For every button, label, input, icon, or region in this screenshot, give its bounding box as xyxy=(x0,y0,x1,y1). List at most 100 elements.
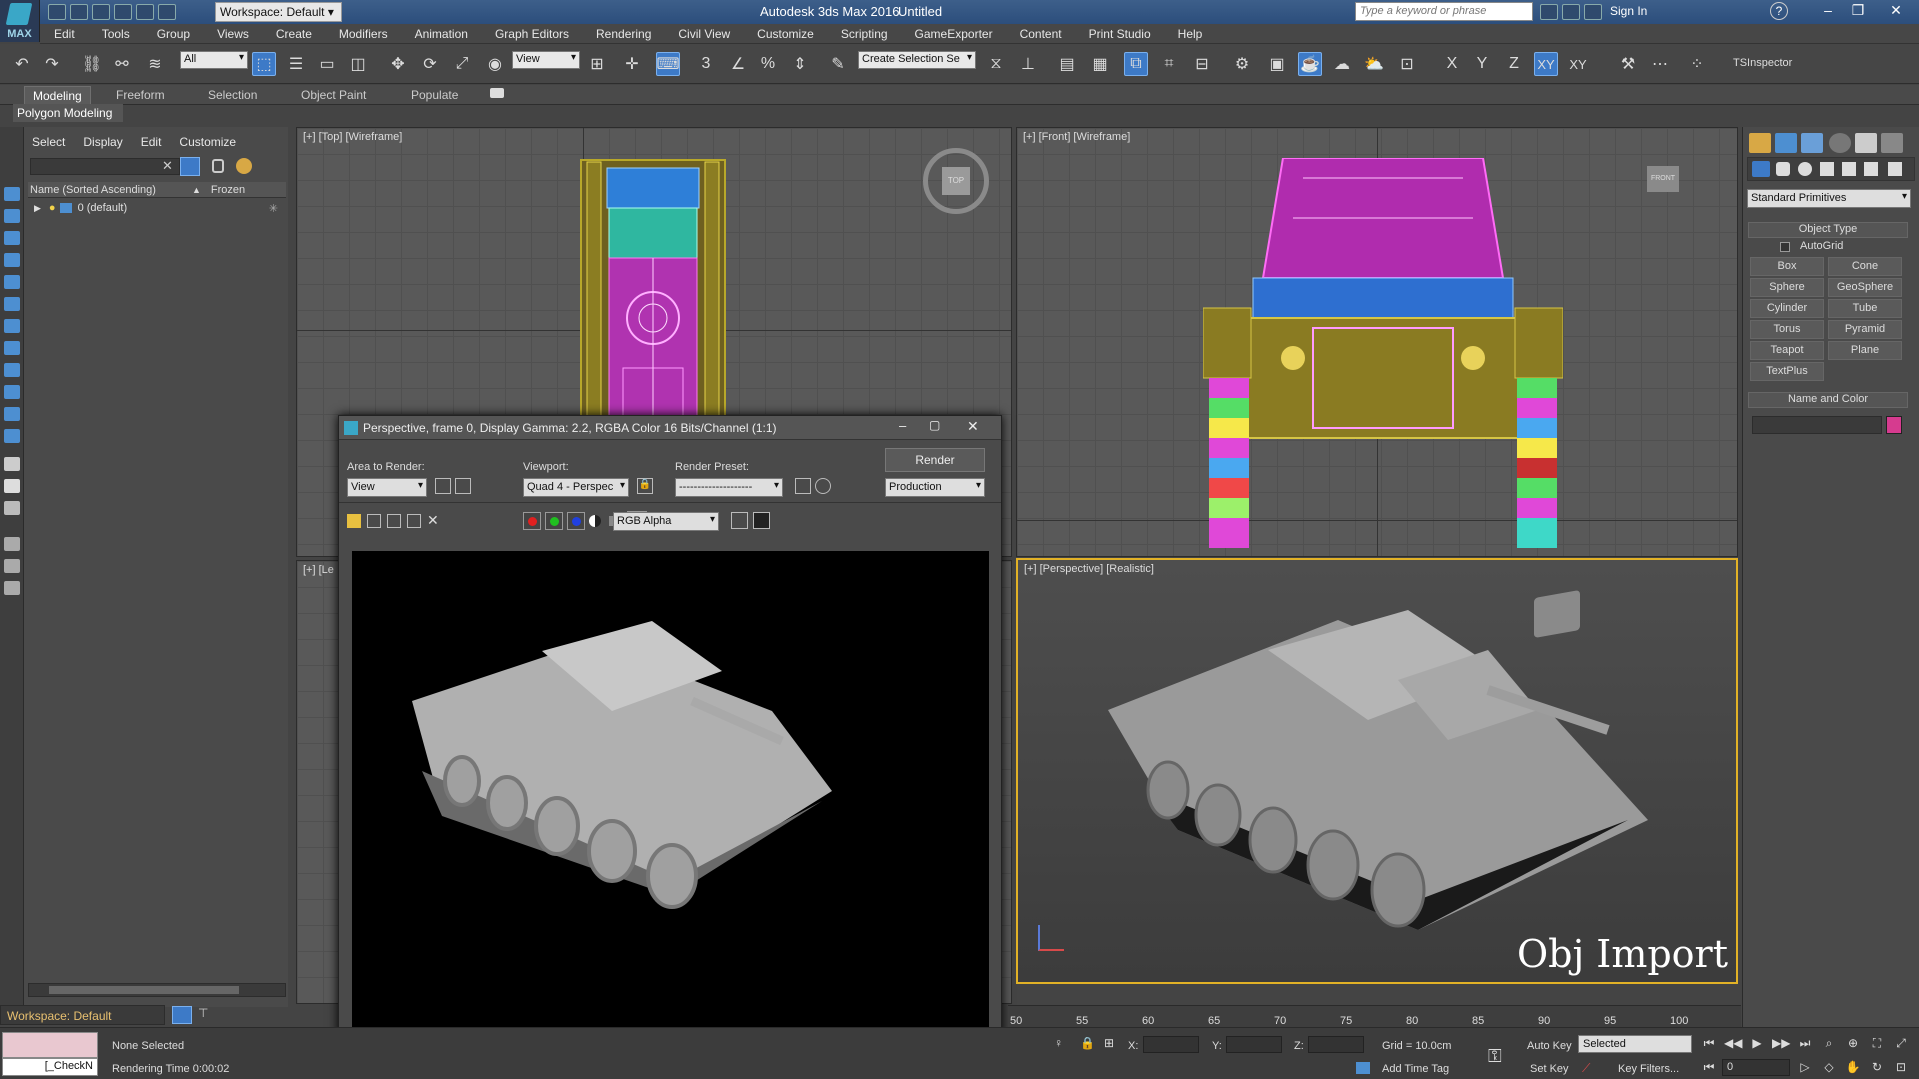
x-coord-input[interactable] xyxy=(1143,1036,1199,1053)
render-production-icon[interactable]: ☕ xyxy=(1298,52,1322,76)
list-item[interactable]: ▶ ● 0 (default) ✳ xyxy=(28,200,286,216)
render-setup-icon[interactable]: ⚙ xyxy=(1230,52,1254,76)
menu-modifiers[interactable]: Modifiers xyxy=(339,27,388,41)
render-window-close[interactable]: ✕ xyxy=(967,418,979,435)
key-filters-button[interactable]: Key Filters... xyxy=(1618,1063,1679,1075)
measure-icon[interactable]: ⋯ xyxy=(1648,52,1672,76)
maximize-button[interactable]: ❐ xyxy=(1843,0,1873,22)
viewcube-compass[interactable]: TOP xyxy=(923,148,989,214)
render-window-minimize[interactable]: – xyxy=(899,418,906,433)
red-channel-toggle[interactable] xyxy=(523,512,541,530)
render-mode-dropdown[interactable]: Production xyxy=(885,478,985,497)
menu-help[interactable]: Help xyxy=(1178,27,1203,41)
scale-icon[interactable]: ⤢ xyxy=(450,52,474,76)
viewport-label-left[interactable]: [+] [Le xyxy=(303,564,334,576)
absolute-mode-icon[interactable]: ⊞ xyxy=(1104,1036,1114,1050)
material-editor-icon[interactable]: ⊟ xyxy=(1190,52,1214,76)
sync-selection-icon[interactable] xyxy=(236,158,252,174)
move-icon[interactable]: ✥ xyxy=(386,52,410,76)
zoom-icon[interactable]: ⌕ xyxy=(1820,1036,1838,1051)
se-menu-customize[interactable]: Customize xyxy=(179,135,236,149)
new-file-icon[interactable] xyxy=(48,4,66,20)
minimize-button[interactable]: – xyxy=(1813,0,1843,22)
filter-settings-icon[interactable] xyxy=(4,559,20,573)
toggle-ribbon-icon[interactable]: ▦ xyxy=(1088,52,1112,76)
workspace-selector[interactable]: Workspace: Default xyxy=(0,1005,165,1025)
binoculars-icon[interactable] xyxy=(1540,4,1558,20)
geometry-filter-icon[interactable] xyxy=(4,231,20,245)
save-image-icon[interactable] xyxy=(347,513,361,528)
menu-graph-editors[interactable]: Graph Editors xyxy=(495,27,569,41)
lock-viewport-icon[interactable]: 🔒 xyxy=(637,478,653,494)
project-folder-icon[interactable] xyxy=(158,4,176,20)
scrollbar-thumb[interactable] xyxy=(49,986,239,994)
selection-filter-dropdown[interactable]: All xyxy=(180,51,248,69)
place-icon[interactable]: ◉ xyxy=(483,52,507,76)
open-file-icon[interactable] xyxy=(70,4,88,20)
time-config-icon[interactable]: ▷ xyxy=(1796,1060,1814,1075)
snap-points-icon[interactable]: ⁘ xyxy=(1685,52,1709,76)
scene-search-input[interactable] xyxy=(30,158,180,175)
helpers-filter-icon[interactable] xyxy=(4,319,20,333)
menu-rendering[interactable]: Rendering xyxy=(596,27,651,41)
cameras-filter-icon[interactable] xyxy=(4,297,20,311)
previous-frame-icon[interactable]: ◀◀ xyxy=(1724,1036,1742,1051)
print-image-icon[interactable] xyxy=(407,513,421,528)
menu-content[interactable]: Content xyxy=(1020,27,1062,41)
helpers-icon[interactable] xyxy=(1842,162,1856,176)
display-tab-icon[interactable] xyxy=(1855,133,1877,153)
link-icon[interactable]: ⛓ xyxy=(80,52,104,76)
cameras-icon[interactable] xyxy=(1820,162,1834,176)
cylinder-button[interactable]: Cylinder xyxy=(1750,299,1824,318)
xrefs-filter-icon[interactable] xyxy=(4,385,20,399)
area-to-render-dropdown[interactable]: View xyxy=(347,478,427,497)
polygon-modeling-panel[interactable]: Polygon Modeling xyxy=(13,104,123,122)
redo-icon[interactable]: ↷ xyxy=(40,52,64,76)
next-frame-icon[interactable]: ▶▶ xyxy=(1772,1036,1790,1051)
plane-button[interactable]: Plane xyxy=(1828,341,1902,360)
lock-icon[interactable] xyxy=(212,159,224,173)
maximize-viewport-icon[interactable]: ⤢ xyxy=(1892,1036,1910,1051)
utilities-tab-icon[interactable] xyxy=(1881,133,1903,153)
edit-named-sel-icon[interactable]: ✎ xyxy=(826,52,850,76)
viewcube-front-face[interactable]: FRONT xyxy=(1647,166,1679,192)
play-icon[interactable]: ▶ xyxy=(1748,1036,1766,1051)
motion-tab-icon[interactable] xyxy=(1829,133,1851,153)
col-name-header[interactable]: Name (Sorted Ascending) xyxy=(30,184,156,196)
select-by-name-icon[interactable]: ☰ xyxy=(284,52,308,76)
clear-icon[interactable]: ✕ xyxy=(427,512,439,529)
se-menu-select[interactable]: Select xyxy=(32,135,65,149)
menu-views[interactable]: Views xyxy=(217,27,249,41)
help-icon[interactable]: ? xyxy=(1770,2,1788,20)
zoom-all-icon[interactable]: ⊕ xyxy=(1844,1036,1862,1051)
axis-xy-cycle-button[interactable]: XY xyxy=(1566,52,1590,76)
geosphere-button[interactable]: GeoSphere xyxy=(1828,278,1902,297)
viewport-label-perspective[interactable]: [+] [Perspective] [Realistic] xyxy=(1024,563,1154,575)
menu-create[interactable]: Create xyxy=(276,27,312,41)
systems-icon[interactable] xyxy=(1888,162,1902,176)
containers-filter-icon[interactable] xyxy=(4,429,20,443)
viewcube-top-face[interactable]: TOP xyxy=(942,167,970,195)
se-menu-edit[interactable]: Edit xyxy=(141,135,162,149)
tab-selection[interactable]: Selection xyxy=(200,86,265,104)
pan-view-icon[interactable]: ✋ xyxy=(1844,1060,1862,1075)
render-preset-dropdown[interactable]: -------------------- xyxy=(675,478,783,497)
green-channel-toggle[interactable] xyxy=(545,512,563,530)
toggle-ui-icon[interactable] xyxy=(753,512,770,529)
save-file-icon[interactable] xyxy=(92,4,110,20)
key-tangent-icon[interactable]: ⟋ xyxy=(1582,1061,1590,1076)
tools-icon[interactable]: ⚒ xyxy=(1616,52,1640,76)
mirror-icon[interactable]: ⧖ xyxy=(984,52,1008,76)
reference-coord-dropdown[interactable]: View xyxy=(512,51,580,69)
current-frame-input[interactable]: 0 xyxy=(1722,1059,1790,1076)
keyboard-shortcut-icon[interactable]: ⌨ xyxy=(656,52,680,76)
named-selection-dropdown[interactable]: Create Selection Se xyxy=(858,51,976,69)
box-button[interactable]: Box xyxy=(1750,257,1824,276)
key-mode-icon[interactable]: ⏮ xyxy=(1700,1060,1718,1075)
alpha-channel-toggle[interactable] xyxy=(589,515,601,527)
shapes-icon[interactable] xyxy=(1776,162,1790,176)
object-type-rollout[interactable]: Object Type xyxy=(1748,222,1908,238)
axis-xy-button[interactable]: XY xyxy=(1534,52,1558,76)
object-name-input[interactable] xyxy=(1752,416,1882,434)
display-all-icon[interactable] xyxy=(4,209,20,223)
